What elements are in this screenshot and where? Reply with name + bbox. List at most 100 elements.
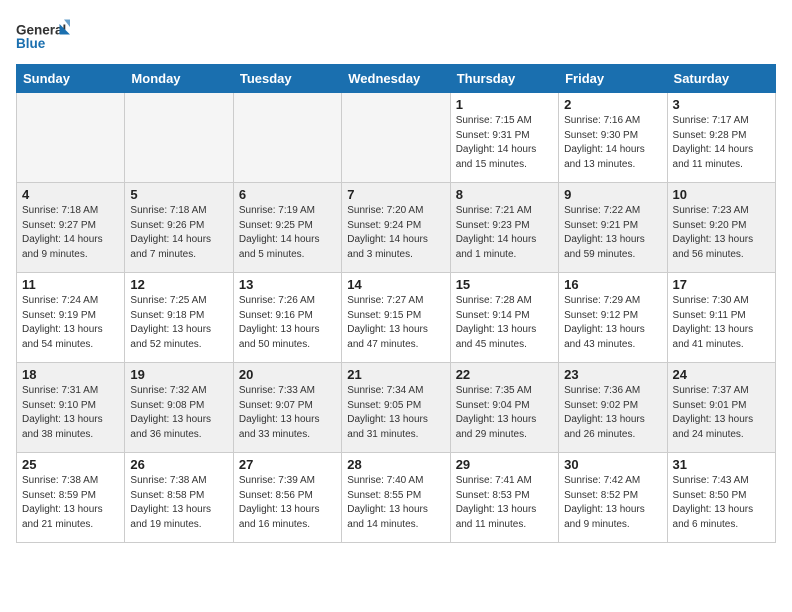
calendar-cell: 25 Sunrise: 7:38 AM Sunset: 8:59 PM Dayli… [17,453,125,543]
day-number: 8 [456,187,553,202]
day-info: Sunrise: 7:20 AM Sunset: 9:24 PM Dayligh… [347,204,444,262]
day-info: Sunrise: 7:38 AM Sunset: 8:58 PM Dayligh… [130,474,227,532]
day-info: Sunrise: 7:30 AM Sunset: 9:11 PM Dayligh… [673,294,770,352]
calendar-cell: 26 Sunrise: 7:38 AM Sunset: 8:58 PM Dayli… [125,453,233,543]
svg-text:General: General [16,23,66,38]
calendar-cell: 27 Sunrise: 7:39 AM Sunset: 8:56 PM Dayli… [233,453,341,543]
day-info: Sunrise: 7:22 AM Sunset: 9:21 PM Dayligh… [564,204,661,262]
day-info: Sunrise: 7:16 AM Sunset: 9:30 PM Dayligh… [564,114,661,172]
calendar-cell: 29Sunrise: 7:41 AM Sunset: 8:53 PM Dayli… [450,453,558,543]
day-info: Sunrise: 7:24 AM Sunset: 9:19 PM Dayligh… [22,294,119,352]
page-header: GeneralBlue [16,16,776,56]
day-number: 10 [673,187,770,202]
day-number: 14 [347,277,444,292]
calendar-week-row: 4 Sunrise: 7:18 AM Sunset: 9:27 PM Daylig… [17,183,776,273]
calendar-week-row: 1Sunrise: 7:15 AM Sunset: 9:31 PM Daylig… [17,93,776,183]
day-info: Sunrise: 7:34 AM Sunset: 9:05 PM Dayligh… [347,384,444,442]
calendar-cell: 10 Sunrise: 7:23 AM Sunset: 9:20 PM Dayli… [667,183,775,273]
day-number: 20 [239,367,336,382]
calendar-cell: 16 Sunrise: 7:29 AM Sunset: 9:12 PM Dayli… [559,273,667,363]
calendar-cell: 3 Sunrise: 7:17 AM Sunset: 9:28 PM Daylig… [667,93,775,183]
calendar-cell: 21 Sunrise: 7:34 AM Sunset: 9:05 PM Dayli… [342,363,450,453]
day-info: Sunrise: 7:39 AM Sunset: 8:56 PM Dayligh… [239,474,336,532]
calendar-week-row: 25 Sunrise: 7:38 AM Sunset: 8:59 PM Dayli… [17,453,776,543]
day-info: Sunrise: 7:33 AM Sunset: 9:07 PM Dayligh… [239,384,336,442]
calendar-cell: 12 Sunrise: 7:25 AM Sunset: 9:18 PM Dayli… [125,273,233,363]
svg-text:Blue: Blue [16,36,46,51]
day-number: 24 [673,367,770,382]
day-info: Sunrise: 7:26 AM Sunset: 9:16 PM Dayligh… [239,294,336,352]
day-info: Sunrise: 7:23 AM Sunset: 9:20 PM Dayligh… [673,204,770,262]
logo: GeneralBlue [16,16,76,56]
calendar-cell: 18Sunrise: 7:31 AM Sunset: 9:10 PM Dayli… [17,363,125,453]
day-info: Sunrise: 7:18 AM Sunset: 9:26 PM Dayligh… [130,204,227,262]
weekday-header-tuesday: Tuesday [233,65,341,93]
calendar-cell: 9 Sunrise: 7:22 AM Sunset: 9:21 PM Daylig… [559,183,667,273]
calendar-cell [17,93,125,183]
weekday-header-row: SundayMondayTuesdayWednesdayThursdayFrid… [17,65,776,93]
calendar-cell: 13Sunrise: 7:26 AM Sunset: 9:16 PM Dayli… [233,273,341,363]
calendar-cell: 19 Sunrise: 7:32 AM Sunset: 9:08 PM Dayli… [125,363,233,453]
day-number: 6 [239,187,336,202]
weekday-header-thursday: Thursday [450,65,558,93]
day-info: Sunrise: 7:15 AM Sunset: 9:31 PM Dayligh… [456,114,553,172]
day-number: 26 [130,457,227,472]
day-number: 11 [22,277,119,292]
calendar-cell: 6Sunrise: 7:19 AM Sunset: 9:25 PM Daylig… [233,183,341,273]
day-info: Sunrise: 7:37 AM Sunset: 9:01 PM Dayligh… [673,384,770,442]
calendar-cell: 14 Sunrise: 7:27 AM Sunset: 9:15 PM Dayli… [342,273,450,363]
calendar-cell: 1Sunrise: 7:15 AM Sunset: 9:31 PM Daylig… [450,93,558,183]
calendar-cell: 23Sunrise: 7:36 AM Sunset: 9:02 PM Dayli… [559,363,667,453]
day-info: Sunrise: 7:42 AM Sunset: 8:52 PM Dayligh… [564,474,661,532]
day-number: 18 [22,367,119,382]
day-number: 7 [347,187,444,202]
calendar-cell: 7 Sunrise: 7:20 AM Sunset: 9:24 PM Daylig… [342,183,450,273]
weekday-header-monday: Monday [125,65,233,93]
day-number: 31 [673,457,770,472]
day-number: 16 [564,277,661,292]
calendar-cell: 20 Sunrise: 7:33 AM Sunset: 9:07 PM Dayli… [233,363,341,453]
day-info: Sunrise: 7:17 AM Sunset: 9:28 PM Dayligh… [673,114,770,172]
calendar-cell: 30 Sunrise: 7:42 AM Sunset: 8:52 PM Dayli… [559,453,667,543]
day-info: Sunrise: 7:36 AM Sunset: 9:02 PM Dayligh… [564,384,661,442]
day-number: 22 [456,367,553,382]
calendar-cell: 4 Sunrise: 7:18 AM Sunset: 9:27 PM Daylig… [17,183,125,273]
weekday-header-wednesday: Wednesday [342,65,450,93]
calendar-cell [342,93,450,183]
day-number: 25 [22,457,119,472]
day-info: Sunrise: 7:32 AM Sunset: 9:08 PM Dayligh… [130,384,227,442]
calendar-cell: 17 Sunrise: 7:30 AM Sunset: 9:11 PM Dayli… [667,273,775,363]
day-info: Sunrise: 7:29 AM Sunset: 9:12 PM Dayligh… [564,294,661,352]
day-info: Sunrise: 7:18 AM Sunset: 9:27 PM Dayligh… [22,204,119,262]
day-number: 17 [673,277,770,292]
day-number: 3 [673,97,770,112]
day-number: 4 [22,187,119,202]
day-number: 30 [564,457,661,472]
day-info: Sunrise: 7:21 AM Sunset: 9:23 PM Dayligh… [456,204,553,262]
day-info: Sunrise: 7:27 AM Sunset: 9:15 PM Dayligh… [347,294,444,352]
calendar-week-row: 18Sunrise: 7:31 AM Sunset: 9:10 PM Dayli… [17,363,776,453]
day-number: 15 [456,277,553,292]
day-number: 29 [456,457,553,472]
day-number: 27 [239,457,336,472]
day-number: 19 [130,367,227,382]
day-info: Sunrise: 7:25 AM Sunset: 9:18 PM Dayligh… [130,294,227,352]
day-info: Sunrise: 7:43 AM Sunset: 8:50 PM Dayligh… [673,474,770,532]
calendar-cell: 28Sunrise: 7:40 AM Sunset: 8:55 PM Dayli… [342,453,450,543]
weekday-header-friday: Friday [559,65,667,93]
calendar-cell: 31 Sunrise: 7:43 AM Sunset: 8:50 PM Dayli… [667,453,775,543]
day-number: 28 [347,457,444,472]
calendar-cell [233,93,341,183]
calendar-cell: 24 Sunrise: 7:37 AM Sunset: 9:01 PM Dayli… [667,363,775,453]
day-number: 12 [130,277,227,292]
calendar-cell: 5Sunrise: 7:18 AM Sunset: 9:26 PM Daylig… [125,183,233,273]
weekday-header-saturday: Saturday [667,65,775,93]
day-info: Sunrise: 7:28 AM Sunset: 9:14 PM Dayligh… [456,294,553,352]
calendar-week-row: 11 Sunrise: 7:24 AM Sunset: 9:19 PM Dayli… [17,273,776,363]
calendar-table: SundayMondayTuesdayWednesdayThursdayFrid… [16,64,776,543]
calendar-cell: 2Sunrise: 7:16 AM Sunset: 9:30 PM Daylig… [559,93,667,183]
day-number: 21 [347,367,444,382]
day-info: Sunrise: 7:38 AM Sunset: 8:59 PM Dayligh… [22,474,119,532]
day-number: 9 [564,187,661,202]
calendar-cell: 22Sunrise: 7:35 AM Sunset: 9:04 PM Dayli… [450,363,558,453]
